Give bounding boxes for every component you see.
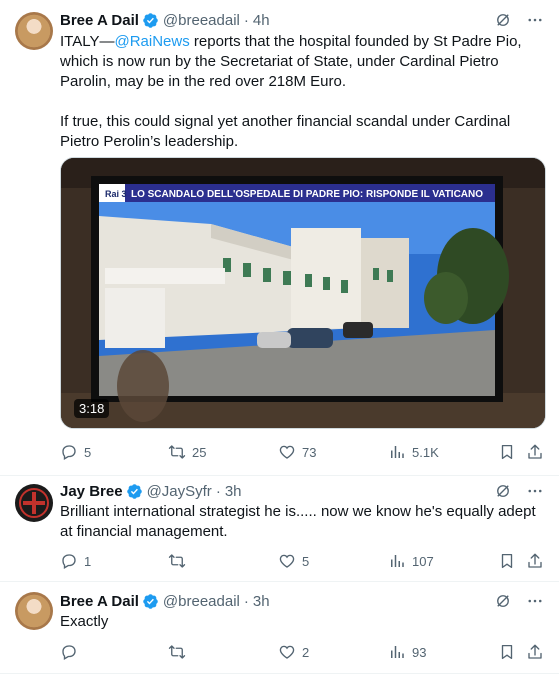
- separator-dot: ·: [243, 592, 249, 610]
- more-icon[interactable]: [525, 10, 545, 30]
- share-button[interactable]: [526, 442, 544, 462]
- cross-emblem-icon: [19, 488, 49, 518]
- divider: [0, 673, 559, 674]
- verified-badge-icon: [142, 12, 159, 29]
- video-frame: Rai 3 LO SCANDALO DELL'OSPEDALE DI PADRE…: [61, 158, 545, 428]
- tweet-header: Bree A Dail @breeadail · 4h: [60, 10, 270, 30]
- share-icon: [526, 643, 544, 661]
- tweet-text: Brilliant international strategist he is…: [60, 503, 536, 540]
- reply-icon: [60, 643, 78, 661]
- like-button[interactable]: 73: [278, 442, 316, 462]
- like-button[interactable]: 2: [278, 642, 309, 662]
- reply-icon: [60, 552, 78, 570]
- tweet-header: Jay Bree @JaySyfr · 3h: [60, 481, 242, 501]
- like-count: 2: [302, 644, 310, 660]
- video-duration: 3:18: [74, 399, 110, 418]
- bookmark-button[interactable]: [498, 551, 516, 571]
- separator-dot: ·: [215, 482, 221, 500]
- like-button[interactable]: 5: [278, 551, 309, 571]
- bookmark-icon: [498, 643, 516, 661]
- repost-count: 25: [192, 444, 207, 460]
- repost-icon: [168, 643, 186, 661]
- like-count: 73: [302, 444, 317, 460]
- repost-button[interactable]: [168, 551, 192, 571]
- views-count: 93: [412, 644, 427, 660]
- author-name[interactable]: Bree A Dail: [60, 593, 139, 610]
- author-name[interactable]: Jay Bree: [60, 483, 123, 500]
- views-icon: [388, 552, 406, 570]
- tweet-text-paragraph-2: If true, this could signal yet another f…: [60, 113, 511, 150]
- tv-banner-text: LO SCANDALO DELL'OSPEDALE DI PADRE PIO: …: [131, 189, 483, 200]
- author-handle[interactable]: @breeadail: [163, 593, 240, 610]
- reply-count: 1: [84, 553, 92, 569]
- bookmark-icon: [498, 443, 516, 461]
- reply-tweet[interactable]: Jay Bree @JaySyfr · 3h Brilliant interna…: [0, 476, 559, 580]
- tweet-text: ITALY—@RaiNews reports that the hospital…: [60, 32, 548, 92]
- grok-icon[interactable]: [493, 10, 513, 30]
- timestamp[interactable]: 4h: [253, 12, 270, 29]
- separator-dot: ·: [243, 11, 249, 29]
- avatar[interactable]: [15, 484, 53, 522]
- reply-button[interactable]: 1: [60, 551, 91, 571]
- tweet-top-icons: [493, 10, 545, 30]
- video-player[interactable]: Rai 3 LO SCANDALO DELL'OSPEDALE DI PADRE…: [60, 157, 546, 429]
- timestamp[interactable]: 3h: [253, 593, 270, 610]
- author-name[interactable]: Bree A Dail: [60, 12, 139, 29]
- repost-button[interactable]: 25: [168, 442, 206, 462]
- bookmark-button[interactable]: [498, 642, 516, 662]
- share-icon: [526, 443, 544, 461]
- grok-icon[interactable]: [493, 481, 513, 501]
- timestamp[interactable]: 3h: [225, 483, 242, 500]
- views-count: 107: [412, 553, 434, 569]
- verified-badge-icon: [126, 483, 143, 500]
- verified-badge-icon: [142, 593, 159, 610]
- reply-button[interactable]: 5: [60, 442, 91, 462]
- repost-icon: [168, 552, 186, 570]
- author-handle[interactable]: @breeadail: [163, 12, 240, 29]
- views-icon: [388, 443, 406, 461]
- avatar[interactable]: [15, 592, 53, 630]
- reply-tweet[interactable]: Bree A Dail @breeadail · 3h Exactly 2 93: [0, 582, 559, 672]
- tweet-main[interactable]: Bree A Dail @breeadail · 4h ITALY—@RaiNe…: [0, 0, 559, 475]
- bookmark-button[interactable]: [498, 442, 516, 462]
- views-count: 5.1K: [412, 444, 439, 460]
- tweet-text-start: ITALY—: [60, 33, 115, 50]
- views-icon: [388, 643, 406, 661]
- reply-button[interactable]: [60, 642, 84, 662]
- tweet-actions: 5 25 73 5.1K: [60, 442, 544, 462]
- tweet-top-icons: [493, 591, 545, 611]
- mention-link[interactable]: @RaiNews: [114, 33, 189, 50]
- share-button[interactable]: [526, 642, 544, 662]
- tweet-actions: 2 93: [60, 642, 544, 662]
- like-icon: [278, 552, 296, 570]
- share-button[interactable]: [526, 551, 544, 571]
- views-button[interactable]: 5.1K: [388, 442, 439, 462]
- tweet-text: Exactly: [60, 613, 109, 630]
- like-count: 5: [302, 553, 310, 569]
- reply-count: 5: [84, 444, 92, 460]
- repost-button[interactable]: [168, 642, 192, 662]
- views-button[interactable]: 107: [388, 551, 434, 571]
- reply-icon: [60, 443, 78, 461]
- more-icon[interactable]: [525, 591, 545, 611]
- repost-icon: [168, 443, 186, 461]
- like-icon: [278, 443, 296, 461]
- avatar[interactable]: [15, 12, 53, 50]
- grok-icon[interactable]: [493, 591, 513, 611]
- views-button[interactable]: 93: [388, 642, 426, 662]
- tweet-top-icons: [493, 481, 545, 501]
- share-icon: [526, 552, 544, 570]
- tweet-actions: 1 5 107: [60, 551, 544, 571]
- bookmark-icon: [498, 552, 516, 570]
- tv-channel-logo: Rai 3: [105, 189, 127, 199]
- more-icon[interactable]: [525, 481, 545, 501]
- tweet-header: Bree A Dail @breeadail · 3h: [60, 591, 270, 611]
- like-icon: [278, 643, 296, 661]
- author-handle[interactable]: @JaySyfr: [147, 483, 212, 500]
